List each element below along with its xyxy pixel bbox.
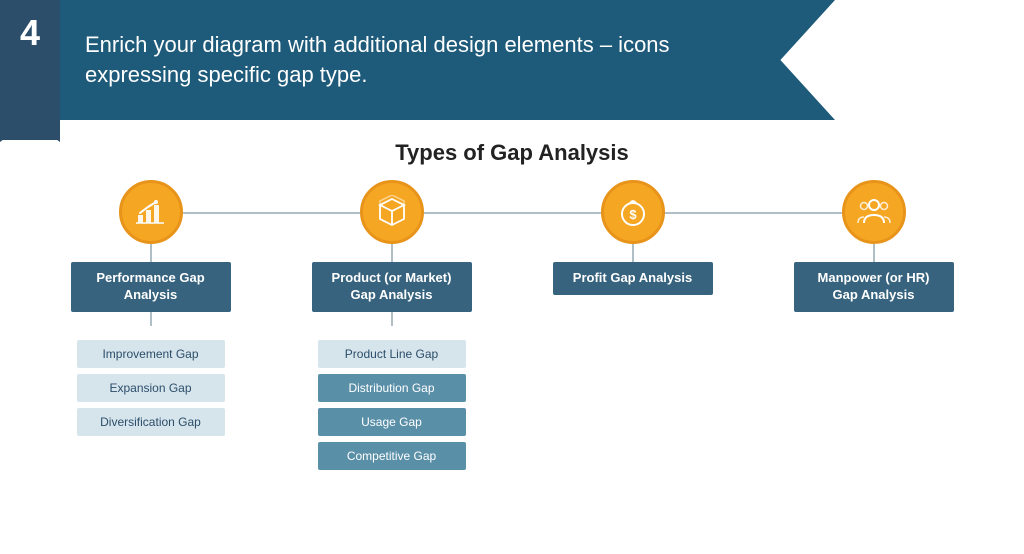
step-badge: 4 (0, 0, 60, 140)
v-line-manpower (873, 244, 875, 262)
sub-items-performance: Improvement Gap Expansion Gap Diversific… (77, 340, 225, 436)
sub-item-product-line: Product Line Gap (318, 340, 466, 368)
people-icon (842, 180, 906, 244)
sub-item-expansion: Expansion Gap (77, 374, 225, 402)
sub-item-competitive: Competitive Gap (318, 442, 466, 470)
sub-item-distribution: Distribution Gap (318, 374, 466, 402)
sub-item-improvement: Improvement Gap (77, 340, 225, 368)
chart-icon (119, 180, 183, 244)
main-content: Types of Gap Analysis Performance Gap An… (0, 130, 1024, 554)
sub-item-usage: Usage Gap (318, 408, 466, 436)
step-triangle (0, 120, 60, 142)
step-number: 4 (20, 12, 40, 54)
col-product: Product (or Market) Gap Analysis Product… (271, 180, 512, 470)
col-manpower: Manpower (or HR) Gap Analysis (753, 180, 994, 312)
sub-items-product: Product Line Gap Distribution Gap Usage … (318, 340, 466, 470)
banner-text: Enrich your diagram with additional desi… (85, 30, 775, 89)
v-line-prod (391, 244, 393, 262)
main-box-product: Product (or Market) Gap Analysis (312, 262, 472, 312)
box-to-sub-perf (150, 312, 152, 326)
main-box-profit: Profit Gap Analysis (553, 262, 713, 295)
main-box-performance: Performance Gap Analysis (71, 262, 231, 312)
section-title: Types of Gap Analysis (30, 140, 994, 166)
v-line-profit (632, 244, 634, 262)
main-box-manpower: Manpower (or HR) Gap Analysis (794, 262, 954, 312)
v-line-perf (150, 244, 152, 262)
svg-text:$: $ (629, 207, 637, 222)
money-icon: $ (601, 180, 665, 244)
box-icon (360, 180, 424, 244)
col-profit: $ Profit Gap Analysis (512, 180, 753, 295)
banner: Enrich your diagram with additional desi… (55, 0, 835, 120)
box-to-sub-prod (391, 312, 393, 326)
sub-item-diversification: Diversification Gap (77, 408, 225, 436)
col-performance: Performance Gap Analysis Improvement Gap… (30, 180, 271, 436)
diagram: Performance Gap Analysis Improvement Gap… (30, 180, 994, 470)
